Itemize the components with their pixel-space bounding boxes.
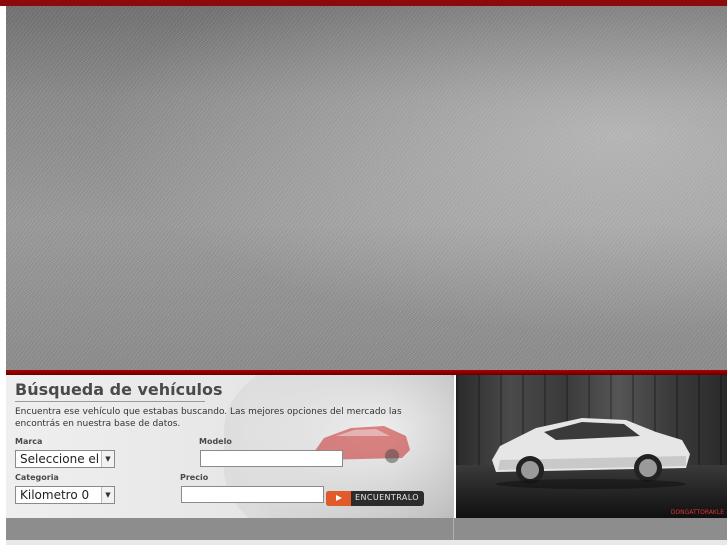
- footer-bar: [6, 518, 727, 540]
- hero-banner: [6, 6, 727, 370]
- featured-car-image: DONGATTORAKLE: [456, 375, 727, 518]
- categoria-label: Categoria: [15, 473, 59, 482]
- find-button-label: ENCUENTRALO: [355, 493, 419, 502]
- modelo-label: Modelo: [199, 437, 232, 446]
- footer-separator: [453, 518, 454, 540]
- title-underline: [15, 401, 205, 402]
- find-button[interactable]: ENCUENTRALO: [326, 491, 424, 506]
- marca-select-value: Seleccione el r: [20, 452, 108, 466]
- chevron-down-icon: ▼: [101, 487, 114, 503]
- precio-input[interactable]: [181, 486, 324, 503]
- categoria-select-value: Kilometro 0: [20, 488, 90, 502]
- precio-label: Precio: [180, 473, 209, 482]
- search-title: Búsqueda de vehículos: [15, 380, 223, 399]
- image-credit: DONGATTORAKLE: [670, 509, 724, 516]
- page-bottom: [6, 540, 727, 545]
- marca-select[interactable]: Seleccione el r ▼: [15, 450, 115, 468]
- marca-label: Marca: [15, 437, 43, 446]
- play-arrow-icon: [326, 491, 351, 506]
- white-hatchback-car: [492, 418, 690, 489]
- modelo-input[interactable]: [200, 450, 343, 467]
- search-description: Encuentra ese vehículo que estabas busca…: [15, 407, 402, 429]
- categoria-select[interactable]: Kilometro 0 ▼: [15, 486, 115, 504]
- vehicle-search-panel: Búsqueda de vehículos Encuentra ese vehí…: [6, 375, 454, 518]
- chevron-down-icon: ▼: [101, 451, 114, 467]
